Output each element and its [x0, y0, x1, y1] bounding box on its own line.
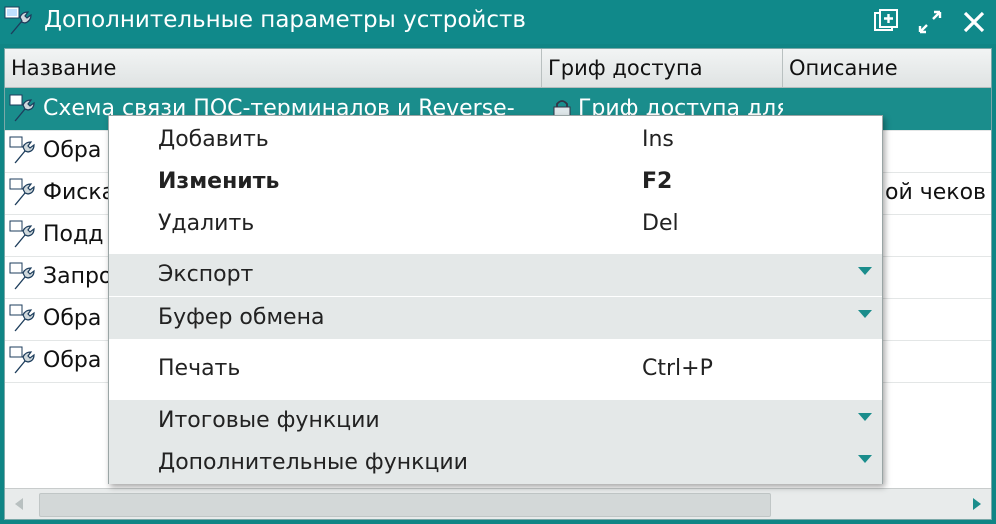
title-bar[interactable]: Дополнительные параметры устройств	[0, 0, 996, 44]
menu-item-label: Печать	[158, 356, 241, 381]
row-name-cell: Обра	[43, 348, 102, 373]
wrench-icon	[9, 262, 35, 290]
menu-item-label: Удалить	[158, 211, 255, 236]
column-header-description[interactable]: Описание	[783, 49, 991, 87]
scroll-left-icon[interactable]	[5, 489, 33, 519]
menu-item-label: Добавить	[158, 127, 269, 152]
menu-item-shortcut: Ctrl+P	[642, 356, 713, 381]
wrench-icon	[9, 136, 35, 164]
table-header: Название Гриф доступа Описание	[5, 49, 991, 88]
submenu-arrow-icon	[858, 267, 872, 275]
row-description-cell: ой чеков	[885, 180, 986, 205]
menu-item-shortcut: Ins	[642, 127, 674, 152]
row-name-cell: Обра	[43, 306, 102, 331]
submenu-arrow-icon	[858, 413, 872, 421]
menu-item-label: Изменить	[158, 169, 280, 194]
menu-item-add[interactable]: Добавить Ins	[109, 119, 882, 161]
menu-item-print[interactable]: Печать Ctrl+P	[109, 348, 882, 390]
menu-item-shortcut: Del	[642, 211, 679, 236]
menu-item-label: Итоговые функции	[158, 408, 380, 433]
menu-item-delete[interactable]: Удалить Del	[109, 203, 882, 245]
menu-item-totals[interactable]: Итоговые функции	[109, 400, 882, 442]
horizontal-scrollbar[interactable]	[5, 488, 991, 519]
wrench-icon	[9, 346, 35, 374]
row-name-cell: Запро	[43, 264, 113, 289]
row-name-cell: Подд	[43, 222, 104, 247]
maximize-icon[interactable]	[917, 9, 943, 35]
menu-item-shortcut: F2	[642, 169, 673, 194]
scroll-right-icon[interactable]	[963, 489, 991, 519]
close-icon[interactable]	[961, 9, 987, 35]
wrench-icon	[9, 94, 35, 122]
menu-item-edit[interactable]: Изменить F2	[109, 161, 882, 203]
new-window-icon[interactable]	[872, 9, 898, 35]
menu-item-label: Дополнительные функции	[158, 450, 468, 475]
submenu-arrow-icon	[858, 455, 872, 463]
context-menu: Добавить Ins Изменить F2 Удалить Del Экс…	[108, 115, 883, 484]
row-name-cell: Обра	[43, 138, 102, 163]
menu-item-export[interactable]: Экспорт	[109, 254, 882, 296]
menu-item-clipboard[interactable]: Буфер обмена	[109, 297, 882, 339]
wrench-icon	[9, 304, 35, 332]
wrench-icon	[4, 6, 32, 35]
column-header-access[interactable]: Гриф доступа	[542, 49, 783, 87]
wrench-icon	[9, 178, 35, 206]
scrollbar-thumb[interactable]	[39, 493, 771, 517]
dialog-window: Дополнительные параметры устройств Назва…	[0, 0, 996, 524]
submenu-arrow-icon	[858, 310, 872, 318]
column-header-name[interactable]: Название	[5, 49, 542, 87]
row-name-cell: Фиска	[43, 180, 113, 205]
window-title: Дополнительные параметры устройств	[44, 7, 526, 33]
menu-item-additional[interactable]: Дополнительные функции	[109, 442, 882, 484]
wrench-icon	[9, 220, 35, 248]
menu-item-label: Экспорт	[158, 262, 254, 287]
menu-item-label: Буфер обмена	[158, 305, 325, 330]
